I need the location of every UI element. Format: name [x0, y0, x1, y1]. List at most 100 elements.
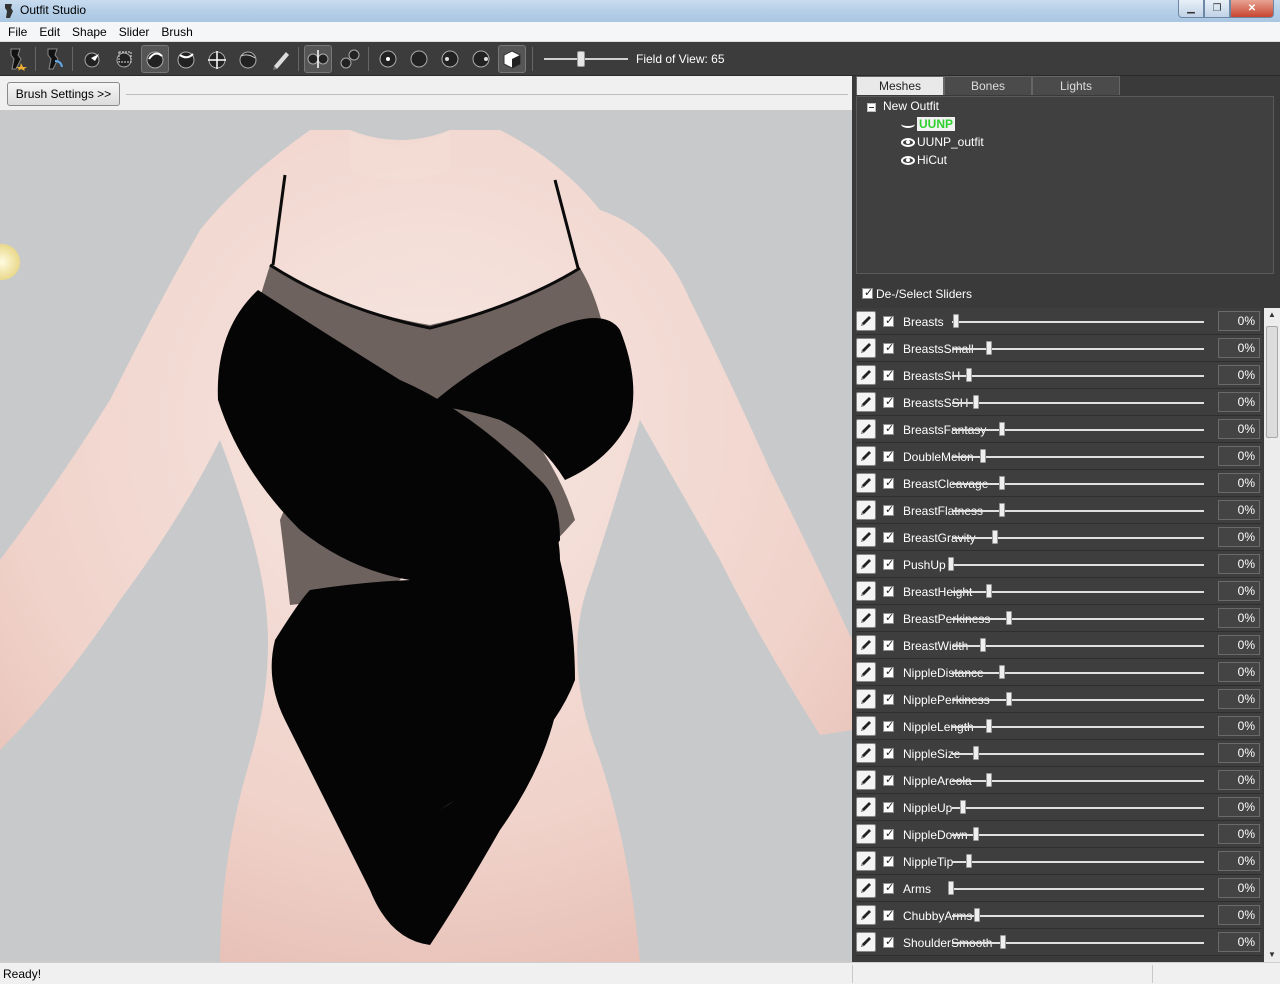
connected-only-button[interactable]: [336, 45, 364, 73]
slider-value-field[interactable]: 0%: [1218, 905, 1260, 925]
slider-checkbox[interactable]: [883, 476, 894, 489]
slider-track[interactable]: [952, 861, 1204, 863]
menu-slider[interactable]: Slider: [113, 22, 156, 42]
edit-slider-button[interactable]: [856, 635, 876, 655]
slider-value-field[interactable]: 0%: [1218, 932, 1260, 952]
edit-slider-button[interactable]: [856, 446, 876, 466]
menu-file[interactable]: File: [2, 22, 33, 42]
slider-value-field[interactable]: 0%: [1218, 338, 1260, 358]
tree-item-hicut[interactable]: HiCut: [901, 151, 947, 169]
eye-icon[interactable]: [901, 156, 915, 165]
load-outfit-button[interactable]: [40, 45, 68, 73]
slider-checkbox[interactable]: [883, 584, 894, 597]
maximize-button[interactable]: ❐: [1204, 0, 1230, 18]
slider-thumb[interactable]: [985, 341, 992, 355]
edit-slider-button[interactable]: [856, 905, 876, 925]
edit-slider-button[interactable]: [856, 743, 876, 763]
edit-slider-button[interactable]: [856, 608, 876, 628]
weight-brush-button[interactable]: [267, 45, 295, 73]
slider-track[interactable]: [952, 537, 1204, 539]
slider-thumb[interactable]: [973, 827, 980, 841]
slider-checkbox[interactable]: [883, 800, 894, 813]
slider-value-field[interactable]: 0%: [1218, 797, 1260, 817]
slider-track[interactable]: [952, 483, 1204, 485]
slider-thumb[interactable]: [999, 422, 1005, 436]
slider-track[interactable]: [952, 942, 1204, 944]
slider-value-field[interactable]: 0%: [1218, 392, 1260, 412]
tab-lights[interactable]: Lights: [1032, 76, 1120, 95]
slider-thumb[interactable]: [966, 368, 973, 382]
fov-slider-thumb[interactable]: [577, 51, 585, 67]
smooth-brush-button[interactable]: [234, 45, 262, 73]
3d-viewport[interactable]: [0, 110, 852, 962]
brush-settings-button[interactable]: Brush Settings >>: [7, 82, 120, 106]
slider-checkbox[interactable]: [883, 530, 894, 543]
slider-thumb[interactable]: [998, 503, 1005, 517]
slider-checkbox[interactable]: [883, 881, 894, 894]
slider-thumb[interactable]: [979, 449, 986, 463]
slider-value-field[interactable]: 0%: [1218, 581, 1260, 601]
menu-brush[interactable]: Brush: [155, 22, 198, 42]
edit-slider-button[interactable]: [856, 473, 876, 493]
slider-checkbox[interactable]: [883, 449, 894, 462]
slider-scrollbar[interactable]: ▲ ▼: [1264, 308, 1280, 962]
brush-falloff-button[interactable]: [436, 45, 464, 73]
move-brush-button[interactable]: [203, 45, 231, 73]
edit-slider-button[interactable]: [856, 851, 876, 871]
slider-track[interactable]: [952, 510, 1204, 512]
slider-track[interactable]: [952, 402, 1204, 404]
slider-track[interactable]: [952, 834, 1204, 836]
slider-checkbox[interactable]: [883, 368, 894, 381]
edit-slider-button[interactable]: [856, 932, 876, 952]
edit-slider-button[interactable]: [856, 392, 876, 412]
slider-thumb[interactable]: [986, 773, 992, 787]
slider-thumb[interactable]: [986, 584, 992, 598]
scroll-up-icon[interactable]: ▲: [1264, 308, 1280, 322]
slider-value-field[interactable]: 0%: [1218, 554, 1260, 574]
slider-checkbox[interactable]: [883, 557, 894, 570]
mask-brush-button[interactable]: [110, 45, 138, 73]
slider-value-field[interactable]: 0%: [1218, 743, 1260, 763]
slider-thumb[interactable]: [960, 800, 966, 814]
slider-checkbox[interactable]: [883, 665, 894, 678]
edit-slider-button[interactable]: [856, 419, 876, 439]
slider-checkbox[interactable]: [883, 692, 894, 705]
slider-checkbox[interactable]: [883, 854, 894, 867]
slider-thumb[interactable]: [999, 935, 1006, 949]
menu-shape[interactable]: Shape: [66, 22, 113, 42]
light-gizmo[interactable]: [0, 244, 20, 280]
edit-slider-button[interactable]: [856, 797, 876, 817]
scroll-thumb[interactable]: [1266, 326, 1278, 438]
slider-checkbox[interactable]: [883, 935, 894, 948]
slider-track[interactable]: [952, 699, 1204, 701]
edit-slider-button[interactable]: [856, 824, 876, 844]
slider-value-field[interactable]: 0%: [1218, 473, 1260, 493]
edit-slider-button[interactable]: [856, 527, 876, 547]
slider-value-field[interactable]: 0%: [1218, 527, 1260, 547]
eye-icon[interactable]: [901, 138, 915, 147]
select-all-checkbox[interactable]: [862, 286, 873, 299]
slider-value-field[interactable]: 0%: [1218, 311, 1260, 331]
slider-checkbox[interactable]: [883, 422, 894, 435]
slider-thumb[interactable]: [992, 530, 999, 544]
slider-value-field[interactable]: 0%: [1218, 500, 1260, 520]
select-tool-button[interactable]: [78, 45, 106, 73]
slider-value-field[interactable]: 0%: [1218, 662, 1260, 682]
collapse-icon[interactable]: [867, 103, 876, 112]
slider-checkbox[interactable]: [883, 773, 894, 786]
scroll-down-icon[interactable]: ▼: [1264, 948, 1280, 962]
slider-thumb[interactable]: [1005, 611, 1012, 625]
edit-slider-button[interactable]: [856, 878, 876, 898]
slider-thumb[interactable]: [1005, 692, 1012, 706]
slider-value-field[interactable]: 0%: [1218, 878, 1260, 898]
x-mirror-button[interactable]: [304, 45, 332, 73]
slider-thumb[interactable]: [979, 638, 986, 652]
slider-checkbox[interactable]: [883, 314, 894, 327]
slider-checkbox[interactable]: [883, 719, 894, 732]
slider-thumb[interactable]: [999, 665, 1006, 679]
slider-track[interactable]: [952, 456, 1204, 458]
edit-slider-button[interactable]: [856, 716, 876, 736]
view-mode-button[interactable]: [498, 45, 526, 73]
edit-slider-button[interactable]: [856, 554, 876, 574]
slider-track[interactable]: [952, 564, 1204, 566]
